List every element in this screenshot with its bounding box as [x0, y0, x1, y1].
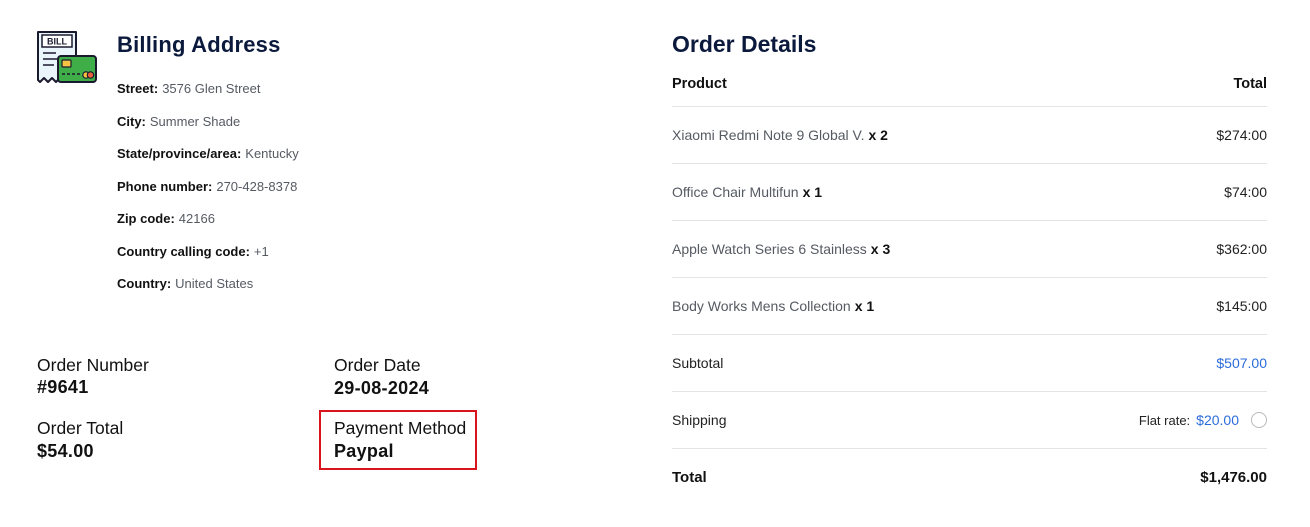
- address-row-city: City: Summer Shade: [117, 113, 517, 146]
- shipping-cost: $20.00: [1196, 412, 1239, 428]
- address-value: Kentucky: [245, 146, 299, 161]
- address-key: Country:: [117, 276, 172, 291]
- total-label: Total: [672, 469, 707, 486]
- order-number-value: #9641: [37, 377, 89, 397]
- product-quantity: x 1: [802, 184, 823, 200]
- order-date-label: Order Date: [334, 355, 421, 375]
- address-key: Zip code:: [117, 211, 175, 226]
- product-price: $145:00: [1216, 298, 1267, 314]
- address-row-street: Street: 3576 Glen Street: [117, 80, 517, 113]
- payment-method-value: Paypal: [334, 441, 394, 461]
- product-price: $362:00: [1216, 241, 1267, 257]
- address-value: 42166: [178, 211, 215, 226]
- billing-address-list: Street: 3576 Glen Street City: Summer Shad…: [117, 80, 517, 308]
- table-row: Body Works Mens Collection x 1 $145:00: [672, 278, 1267, 335]
- table-row: Office Chair Multifun x 1 $74:00: [672, 164, 1267, 221]
- product-price: $74:00: [1224, 184, 1267, 200]
- shipping-label: Shipping: [672, 412, 727, 428]
- address-row-state: State/province/area: Kentucky: [117, 145, 517, 178]
- product-name: Apple Watch Series 6 Stainless: [672, 241, 867, 257]
- total-value: $1,476.00: [1200, 469, 1267, 486]
- product-name: Body Works Mens Collection: [672, 298, 851, 314]
- order-number-label: Order Number: [37, 355, 149, 375]
- order-total-label: Order Total: [37, 418, 124, 438]
- order-details-table: Product Total Xiaomi Redmi Note 9 Global…: [672, 62, 1267, 506]
- address-row-zip: Zip code: 42166: [117, 210, 517, 243]
- address-row-phone: Phone number: 270-428-8378: [117, 178, 517, 211]
- payment-method-label: Payment Method: [334, 418, 467, 438]
- address-row-calling-code: Country calling code: +1: [117, 243, 517, 276]
- order-total-value: $54.00: [37, 441, 94, 461]
- table-row: Apple Watch Series 6 Stainless x 3 $362:0…: [672, 221, 1267, 278]
- shipping-radio-button[interactable]: [1251, 412, 1267, 428]
- address-value: United States: [175, 276, 254, 291]
- address-key: Country calling code:: [117, 243, 250, 259]
- subtotal-label: Subtotal: [672, 355, 724, 371]
- address-value: Summer Shade: [149, 113, 241, 129]
- column-header-total: Total: [1233, 76, 1267, 92]
- order-date-value: 29-08-2024: [334, 378, 430, 398]
- product-name: Office Chair Multifun: [672, 184, 799, 200]
- product-quantity: x 2: [868, 127, 888, 143]
- table-row: Xiaomi Redmi Note 9 Global V. x 2 $274:00: [672, 107, 1267, 164]
- bill-text: BILL: [47, 37, 67, 47]
- address-key: Phone number:: [117, 178, 213, 194]
- shipping-method-label: Flat rate:: [1138, 412, 1191, 428]
- subtotal-row: Subtotal $507.00: [672, 335, 1267, 392]
- billing-address-title: Billing Address: [117, 32, 281, 57]
- order-details-title: Order Details: [672, 31, 817, 57]
- address-value: +1: [253, 243, 269, 259]
- product-quantity: x 3: [870, 241, 891, 257]
- subtotal-value: $507.00: [1216, 355, 1267, 371]
- address-row-country: Country: United States: [117, 275, 517, 308]
- product-quantity: x 1: [854, 298, 875, 314]
- table-header: Product Total: [672, 62, 1267, 107]
- product-price: $274:00: [1216, 127, 1267, 143]
- shipping-option[interactable]: Flat rate: $20.00: [1139, 412, 1267, 428]
- address-value: 3576 Glen Street: [162, 81, 261, 96]
- product-name: Xiaomi Redmi Note 9 Global V.: [672, 127, 865, 143]
- address-key: City:: [117, 113, 146, 129]
- address-value: 270-428-8378: [216, 178, 298, 194]
- address-key: State/province/area:: [117, 146, 242, 161]
- column-header-product: Product: [672, 76, 727, 92]
- shipping-row: Shipping Flat rate: $20.00: [672, 392, 1267, 449]
- address-key: Street:: [117, 81, 159, 96]
- total-row: Total $1,476.00: [672, 449, 1267, 506]
- bill-with-credit-card-icon: BILL: [36, 30, 98, 94]
